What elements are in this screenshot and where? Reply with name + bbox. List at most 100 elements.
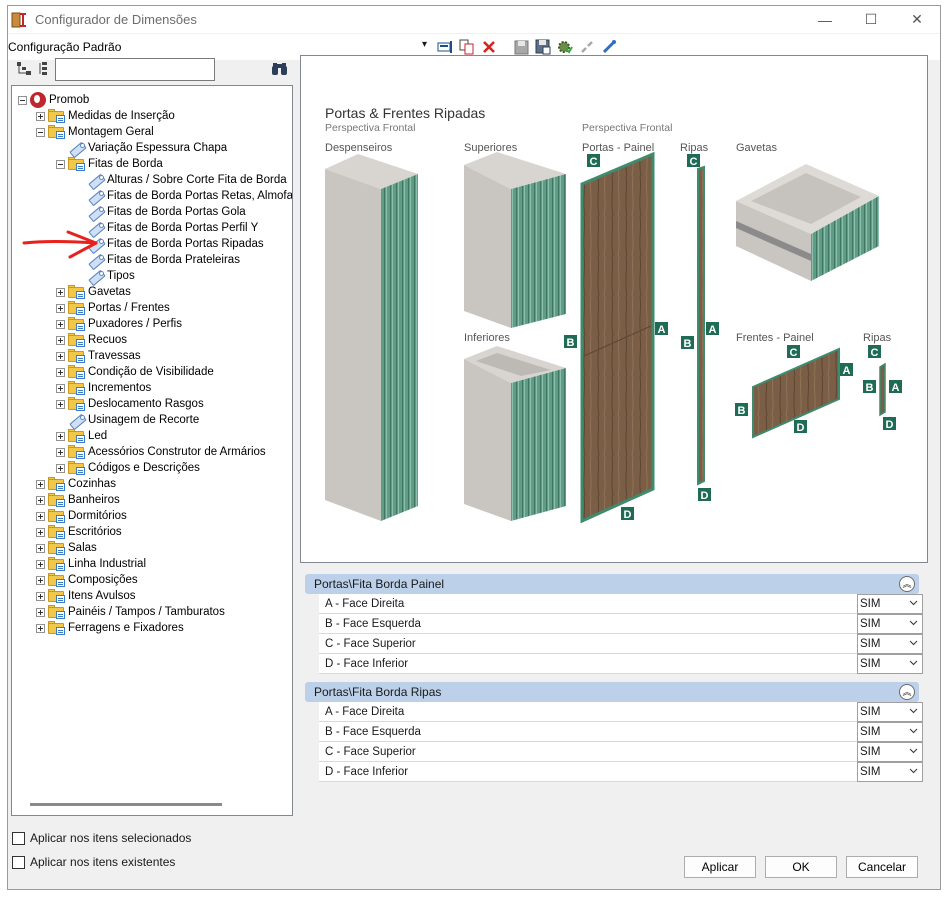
property-select[interactable]: SIM: [857, 742, 923, 762]
settings-icon[interactable]: [556, 38, 574, 56]
configuration-select[interactable]: Configuração Padrão: [8, 40, 121, 54]
property-select[interactable]: SIM: [857, 722, 923, 742]
tree-item[interactable]: Ferragens e Fixadores: [36, 620, 184, 636]
delete-icon[interactable]: [480, 38, 498, 56]
tree-item[interactable]: Variação Espessura Chapa: [56, 140, 227, 156]
expand-icon[interactable]: [36, 479, 45, 489]
edit-form-icon[interactable]: [436, 38, 454, 56]
expand-icon[interactable]: [56, 319, 65, 329]
property-select[interactable]: SIM: [857, 654, 923, 674]
tree-item[interactable]: Puxadores / Perfis: [56, 316, 182, 332]
marker-b-frentes: B: [738, 405, 746, 417]
copy-icon[interactable]: [458, 38, 476, 56]
apply-existing-checkbox[interactable]: [12, 855, 25, 869]
save-as-icon[interactable]: [534, 38, 552, 56]
tree-item[interactable]: Incrementos: [56, 380, 151, 396]
save-icon[interactable]: [512, 38, 530, 56]
tree-item[interactable]: Fitas de Borda Portas Ripadas: [75, 236, 264, 252]
expand-icon[interactable]: [36, 575, 45, 585]
binoculars-search-icon[interactable]: [271, 62, 289, 76]
configuration-dropdown-arrow[interactable]: ▾: [422, 39, 427, 50]
link-icon[interactable]: [600, 38, 618, 56]
tree-item[interactable]: Composições: [36, 572, 138, 588]
marker-c-ripas-small: C: [871, 347, 879, 359]
property-select[interactable]: SIM: [857, 762, 923, 782]
property-select[interactable]: SIM: [857, 594, 923, 614]
expand-icon[interactable]: [36, 511, 45, 521]
tree-item[interactable]: Salas: [36, 540, 97, 556]
expand-icon[interactable]: [56, 367, 65, 377]
group-header[interactable]: Portas\Fita Borda Painel ︽: [305, 574, 919, 594]
collapse-icon[interactable]: [36, 127, 45, 137]
expand-icon[interactable]: [56, 335, 65, 345]
apply-existing-label[interactable]: Aplicar nos itens existentes: [30, 855, 175, 869]
expand-tree-icon[interactable]: [17, 62, 31, 76]
tree-item[interactable]: Fitas de Borda: [56, 156, 163, 172]
tree-item-label: Medidas de Inserção: [68, 110, 175, 122]
cancel-button[interactable]: Cancelar: [846, 856, 918, 878]
apply-button[interactable]: Aplicar: [684, 856, 756, 878]
group-header[interactable]: Portas\Fita Borda Ripas ︽: [305, 682, 919, 702]
tree-item[interactable]: Portas / Frentes: [56, 300, 170, 316]
tree-item[interactable]: Acessórios Construtor de Armários: [56, 444, 266, 460]
tree-item[interactable]: Alturas / Sobre Corte Fita de Borda: [75, 172, 287, 188]
tree-horizontal-scrollbar[interactable]: [30, 803, 222, 806]
collapse-icon[interactable]: [18, 95, 27, 105]
tree-item[interactable]: Recuos: [56, 332, 127, 348]
expand-icon[interactable]: [36, 591, 45, 601]
tree-item[interactable]: Dormitórios: [36, 508, 127, 524]
unlink-icon[interactable]: [578, 38, 596, 56]
expand-icon[interactable]: [36, 607, 45, 617]
expand-icon[interactable]: [36, 559, 45, 569]
expand-icon[interactable]: [36, 527, 45, 537]
property-select[interactable]: SIM: [857, 634, 923, 654]
tree-item[interactable]: Usinagem de Recorte: [56, 412, 199, 428]
expand-icon[interactable]: [36, 623, 45, 633]
maximize-button[interactable]: ☐: [848, 6, 894, 33]
expand-icon[interactable]: [56, 303, 65, 313]
tree-item[interactable]: Banheiros: [36, 492, 120, 508]
apply-selected-label[interactable]: Aplicar nos itens selecionados: [30, 831, 191, 845]
expand-icon[interactable]: [36, 495, 45, 505]
collapse-tree-icon[interactable]: [39, 62, 51, 76]
minimize-button[interactable]: —: [802, 6, 848, 33]
tree-item[interactable]: Escritórios: [36, 524, 122, 540]
collapse-chevron-icon[interactable]: ︽: [899, 684, 915, 700]
expand-icon[interactable]: [56, 399, 65, 409]
expand-icon[interactable]: [56, 431, 65, 441]
tree-item[interactable]: Condição de Visibilidade: [56, 364, 214, 380]
tree-item[interactable]: Led: [56, 428, 107, 444]
tree-item[interactable]: Tipos: [75, 268, 135, 284]
tree-item[interactable]: Itens Avulsos: [36, 588, 136, 604]
tree-item[interactable]: Cozinhas: [36, 476, 116, 492]
collapse-icon[interactable]: [56, 159, 65, 169]
expand-icon[interactable]: [56, 287, 65, 297]
tree-item[interactable]: Promob: [18, 92, 89, 108]
apply-selected-checkbox[interactable]: [12, 831, 25, 845]
tree-item[interactable]: Travessas: [56, 348, 141, 364]
ok-button[interactable]: OK: [765, 856, 837, 878]
expand-icon[interactable]: [56, 447, 65, 457]
expand-icon[interactable]: [36, 543, 45, 553]
expand-icon[interactable]: [56, 383, 65, 393]
tree-item[interactable]: Montagem Geral: [36, 124, 154, 140]
expand-icon[interactable]: [56, 351, 65, 361]
tree-item[interactable]: Deslocamento Rasgos: [56, 396, 204, 412]
tree-item[interactable]: Fitas de Borda Portas Gola: [75, 204, 246, 220]
category-tree[interactable]: Promob Medidas de Inserção Montagem Geral V…: [11, 85, 293, 816]
close-button[interactable]: ✕: [894, 6, 940, 33]
tree-item[interactable]: Fitas de Borda Portas Perfil Y: [75, 220, 258, 236]
tree-item[interactable]: Linha Industrial: [36, 556, 146, 572]
tree-item[interactable]: Gavetas: [56, 284, 131, 300]
tree-search-input[interactable]: [55, 58, 215, 81]
tree-item[interactable]: Códigos e Descrições: [56, 460, 200, 476]
tree-item[interactable]: Medidas de Inserção: [36, 108, 175, 124]
expand-icon[interactable]: [36, 111, 45, 121]
tree-item[interactable]: Painéis / Tampos / Tamburatos: [36, 604, 225, 620]
property-select[interactable]: SIM: [857, 614, 923, 634]
property-select[interactable]: SIM: [857, 702, 923, 722]
tree-item[interactable]: Fitas de Borda Portas Retas, Almofada: [75, 188, 292, 204]
collapse-chevron-icon[interactable]: ︽: [899, 576, 915, 592]
expand-icon[interactable]: [56, 463, 65, 473]
tag-icon: [68, 141, 85, 155]
